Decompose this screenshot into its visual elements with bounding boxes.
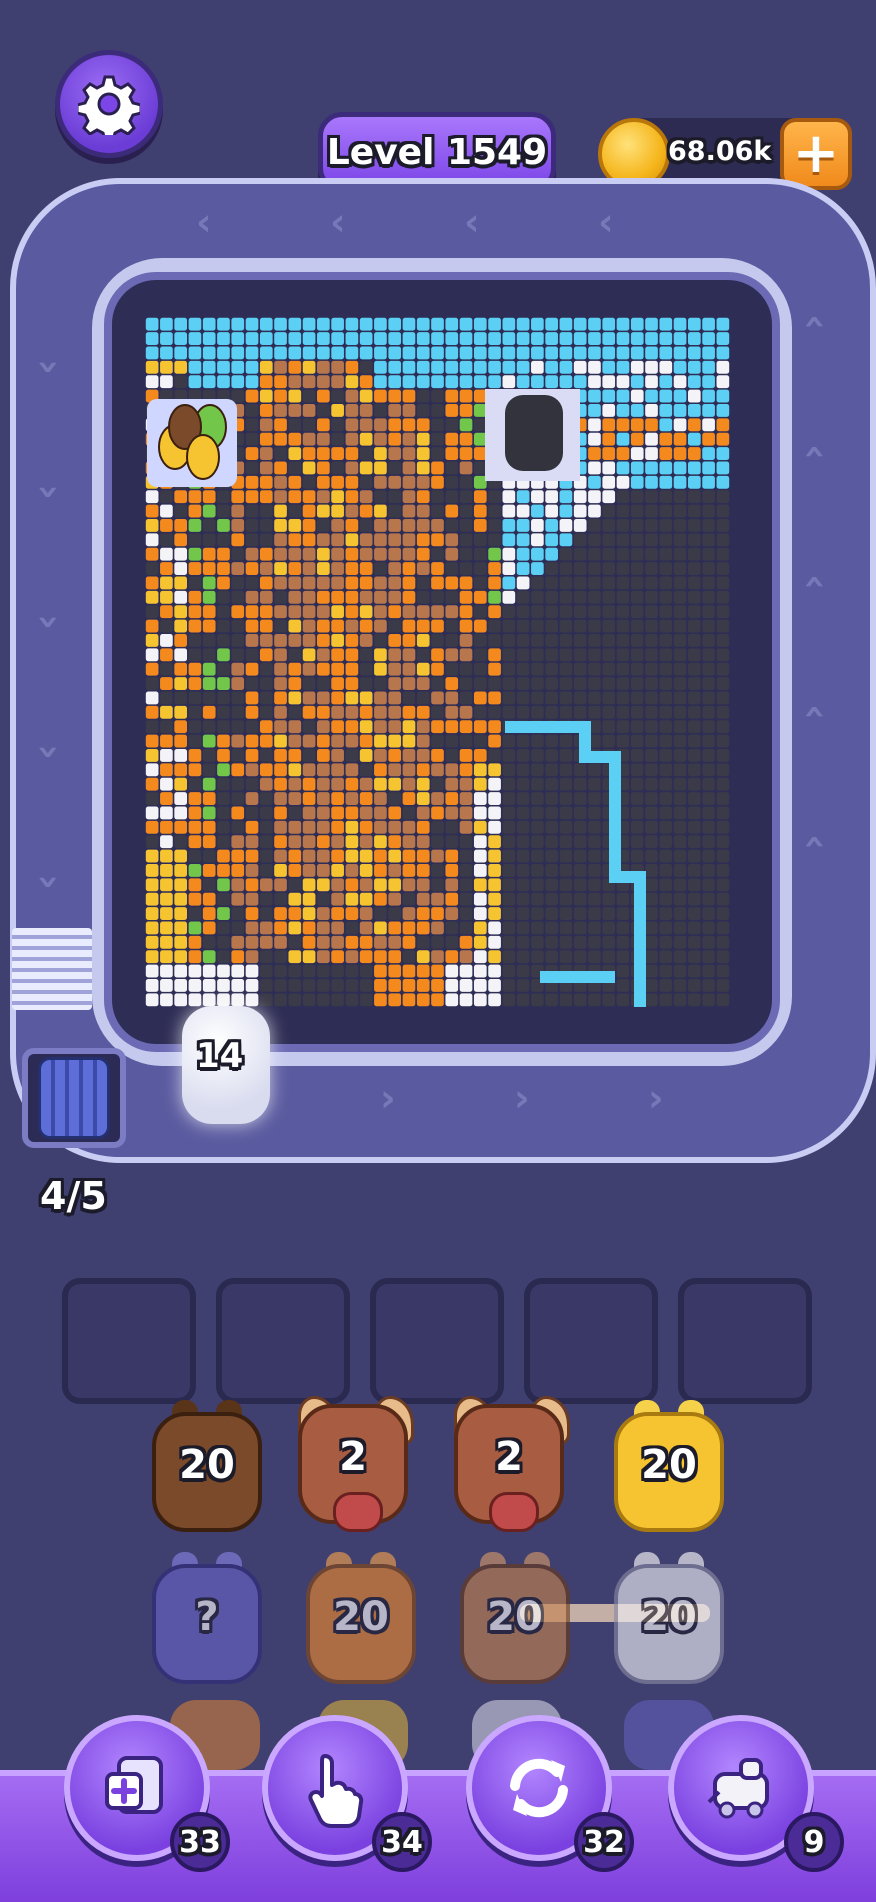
add-slot-icon	[105, 1756, 163, 1814]
chevron-down-icon: ‹	[23, 359, 68, 375]
booster-count: 9	[784, 1812, 844, 1872]
coin-amount: 68.06k	[668, 136, 772, 167]
chevron-down-icon: ‹	[23, 744, 68, 760]
pointing-hand-icon	[308, 1754, 364, 1828]
chevron-left-icon: ‹	[464, 200, 480, 244]
chevron-down-icon: ‹	[23, 874, 68, 890]
pig-count: 20	[641, 1594, 697, 1640]
queue-pig: 20	[460, 1552, 570, 1690]
chevron-up-icon: ‹	[793, 704, 838, 720]
pig-count: 20	[487, 1594, 543, 1640]
pig-count: ?	[195, 1594, 219, 1640]
gear-icon	[78, 75, 140, 135]
settings-button[interactable]	[55, 50, 163, 158]
pig-count: 20	[641, 1442, 697, 1488]
chevron-up-icon: ‹	[793, 574, 838, 590]
chevron-left-icon: ‹	[598, 200, 614, 244]
queue-bull[interactable]: 2	[298, 1392, 414, 1532]
chevron-right-icon: ›	[514, 1076, 530, 1120]
pig-count: 20	[333, 1594, 389, 1640]
booster-count: 33	[170, 1812, 230, 1872]
active-collector-count: 14	[196, 1036, 244, 1076]
chevron-down-icon: ‹	[23, 614, 68, 630]
fruit	[186, 434, 220, 480]
queue-pig[interactable]: 20	[614, 1400, 724, 1538]
holding-slot[interactable]	[62, 1278, 196, 1404]
queue-bull[interactable]: 2	[454, 1392, 570, 1532]
bull-count: 2	[339, 1434, 367, 1480]
bull-count: 2	[495, 1434, 523, 1480]
queue-pig[interactable]: 20	[152, 1400, 262, 1538]
holding-slot[interactable]	[524, 1278, 658, 1404]
queue-pig: 20	[306, 1552, 416, 1690]
chevron-left-icon: ‹	[330, 200, 346, 244]
holding-slot[interactable]	[216, 1278, 350, 1404]
holding-slot[interactable]	[370, 1278, 504, 1404]
belt-capacity: 4/5	[40, 1174, 107, 1218]
refresh-icon	[510, 1758, 568, 1818]
plus-icon: +	[792, 121, 840, 186]
chevron-left-icon: ‹	[196, 200, 212, 244]
booster-count: 34	[372, 1812, 432, 1872]
chevron-up-icon: ‹	[793, 314, 838, 330]
pixel-art-board	[145, 317, 730, 1007]
mystery-pig: ?	[152, 1552, 262, 1690]
spool-dispenser[interactable]	[22, 1048, 126, 1148]
chevron-right-icon: ›	[380, 1076, 396, 1120]
chevron-up-icon: ‹	[793, 444, 838, 460]
stacked-spools	[12, 928, 92, 1010]
train-icon	[707, 1758, 769, 1819]
queue-pig: 20	[614, 1552, 724, 1690]
chevron-right-icon: ›	[648, 1076, 664, 1120]
add-coins-button[interactable]: +	[780, 118, 852, 190]
cannon-icon	[505, 395, 563, 471]
spool-icon	[38, 1057, 110, 1139]
pig-count: 20	[179, 1442, 235, 1488]
holding-slot[interactable]	[678, 1278, 812, 1404]
chevron-up-icon: ‹	[793, 834, 838, 850]
chevron-down-icon: ‹	[23, 484, 68, 500]
booster-count: 32	[574, 1812, 634, 1872]
